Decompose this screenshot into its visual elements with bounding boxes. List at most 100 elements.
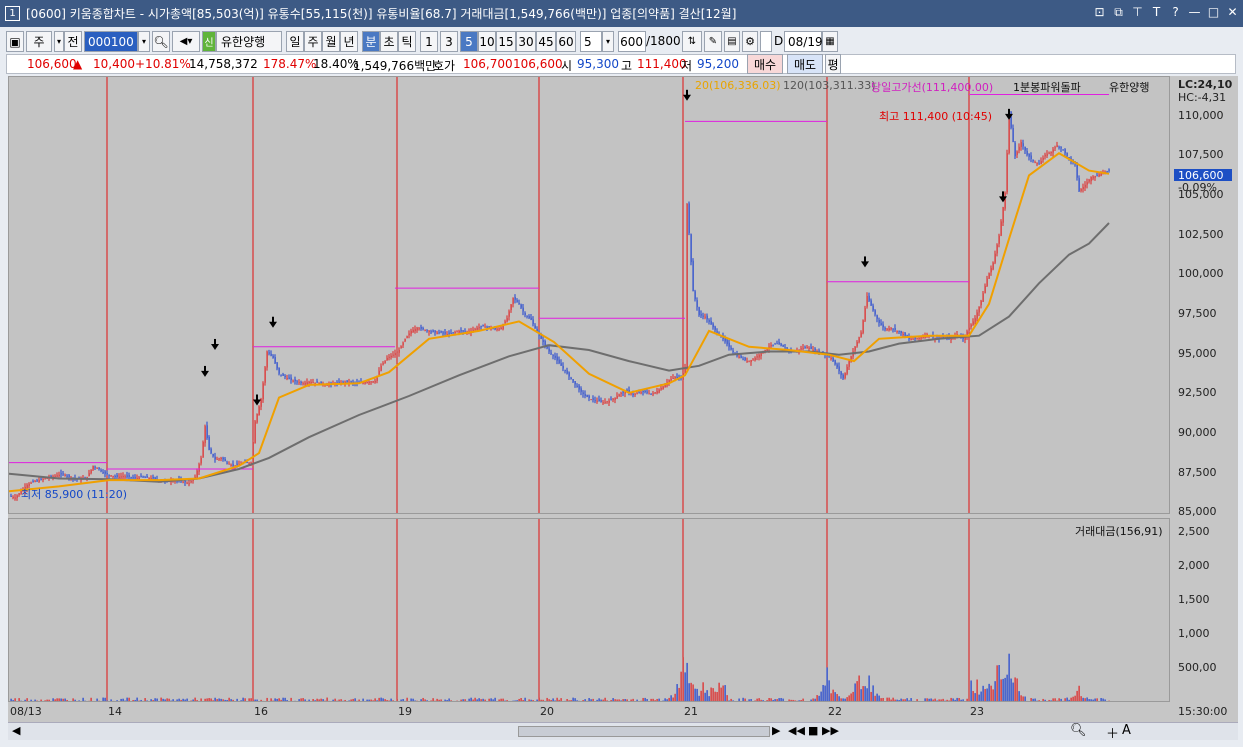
candle-body (728, 342, 730, 347)
candle-body (670, 379, 672, 381)
search-icon[interactable]: 🔍︎ (152, 31, 170, 52)
interval-60[interactable]: 60 (556, 31, 576, 52)
candle-body (142, 476, 144, 478)
volume-bar (718, 682, 720, 701)
chart-scrollbar[interactable]: ◀ ▶ ◀◀ ■ ▶▶ ＋ 🔍︎ A (8, 722, 1238, 742)
date-input[interactable]: 08/19 (784, 31, 823, 52)
candle-body (802, 347, 804, 349)
interval-45[interactable]: 45 (536, 31, 556, 52)
close-button[interactable]: ✕ (1226, 5, 1239, 20)
high-line-legend: 당일고가선(111,400.00) (871, 81, 994, 94)
candle-body (154, 477, 156, 480)
candle-body (638, 392, 640, 394)
candle-body (870, 300, 872, 306)
candle-body (512, 297, 514, 304)
avg-button[interactable]: 평 (825, 54, 841, 74)
tab-second[interactable]: 초 (380, 31, 398, 52)
prev-button[interactable]: 전 (64, 31, 82, 52)
scroll-right-icon[interactable]: ▶ (772, 724, 780, 737)
candle-body (416, 327, 418, 331)
candle-body (842, 374, 844, 379)
stock-name[interactable]: 유한양행 (216, 31, 282, 52)
sound-icon[interactable]: ◀▾ (172, 31, 200, 52)
code-input[interactable]: 000100 (84, 31, 138, 52)
candle-body (400, 346, 402, 349)
font-icon[interactable]: T (1150, 5, 1163, 20)
interval-select[interactable]: 5 (580, 31, 602, 52)
candle-body (40, 478, 42, 480)
count-input[interactable]: 600 (618, 31, 646, 52)
interval-1[interactable]: 1 (420, 31, 438, 52)
fast-forward-icon[interactable]: ▶▶ (822, 724, 839, 737)
volume-bar (856, 681, 858, 701)
stop-icon[interactable]: ■ (808, 724, 818, 737)
settings-icon[interactable]: ⚙ (742, 31, 758, 52)
period-select[interactable]: 주 (26, 31, 52, 52)
tab-tick[interactable]: 틱 (398, 31, 416, 52)
scroll-left-icon[interactable]: ◀ (12, 724, 20, 737)
volume-bar (1004, 677, 1006, 701)
tool-icon[interactable]: ✎ (704, 31, 722, 52)
link-icon[interactable]: ⊡ (1093, 5, 1106, 20)
scroll-thumb[interactable] (518, 726, 770, 737)
candle-body (480, 325, 482, 327)
save-icon[interactable]: ▤ (724, 31, 740, 52)
candle-body (1096, 175, 1098, 177)
candle-body (1012, 128, 1014, 143)
layout-icon[interactable]: ▣ (6, 31, 24, 52)
d-checkbox[interactable] (760, 31, 772, 52)
y-axis: LC:24,10 HC:-4,31 106,600 -0.09% 110,000… (1170, 76, 1238, 702)
dropdown-icon[interactable]: ▾ (54, 31, 64, 52)
interval-dropdown-icon[interactable]: ▾ (602, 31, 614, 52)
tab-day[interactable]: 일 (286, 31, 304, 52)
candle-body (704, 316, 706, 318)
tab-year[interactable]: 년 (340, 31, 358, 52)
chart-area[interactable]: 20(106,336.03) 120(103,311.33) 당일고가선(111… (8, 76, 1238, 722)
interval-30[interactable]: 30 (516, 31, 536, 52)
candle-body (124, 476, 126, 478)
price-chart[interactable]: 20(106,336.03) 120(103,311.33) 당일고가선(111… (8, 76, 1170, 514)
interval-15[interactable]: 15 (496, 31, 516, 52)
volume-chart[interactable]: 거래대금(156,91) (8, 518, 1170, 702)
zoom-in-icon[interactable]: ＋ (1106, 723, 1119, 742)
rewind-icon[interactable]: ◀◀ (788, 724, 805, 737)
candle-body (1000, 221, 1002, 236)
candle-body (36, 480, 38, 482)
candle-body (442, 332, 444, 334)
volume-bar (674, 693, 676, 701)
indicator-icon[interactable]: ⇅ (682, 31, 702, 52)
interval-10[interactable]: 10 (478, 31, 496, 52)
tab-week[interactable]: 주 (304, 31, 322, 52)
zoom-icon[interactable]: 🔍︎ (1070, 723, 1087, 738)
candle-body (284, 375, 286, 377)
minimize-button[interactable]: — (1188, 5, 1201, 20)
tile-icon[interactable]: ⧉ (1112, 5, 1125, 20)
tab-minute[interactable]: 분 (362, 31, 380, 52)
ask-price-1: 106,700 (463, 57, 513, 71)
pin-icon[interactable]: ⊤ (1131, 5, 1144, 20)
volume-bar (876, 693, 878, 701)
candle-body (976, 312, 978, 319)
tab-month[interactable]: 월 (322, 31, 340, 52)
min-annotation: 최저 85,900 (11:20) (21, 488, 128, 501)
candle-body (510, 304, 512, 311)
candle-body (658, 389, 660, 393)
text-tool-icon[interactable]: A (1122, 723, 1131, 738)
buy-button[interactable]: 매수 (747, 54, 783, 74)
code-dropdown-icon[interactable]: ▾ (138, 31, 150, 52)
maximize-button[interactable]: □ (1207, 5, 1220, 20)
calendar-icon[interactable]: ▦ (822, 31, 838, 52)
candle-body (32, 481, 34, 483)
interval-5[interactable]: 5 (460, 31, 478, 52)
candle-body (450, 332, 452, 334)
candle-body (902, 334, 904, 336)
candle-body (566, 370, 568, 374)
candle-body (732, 350, 734, 353)
candle-body (904, 332, 906, 336)
interval-3[interactable]: 3 (440, 31, 458, 52)
help-icon[interactable]: ? (1169, 5, 1182, 20)
sell-button[interactable]: 매도 (787, 54, 823, 74)
volume-value: 14,758,372 (189, 57, 258, 71)
low-price: 95,200 (697, 57, 739, 71)
name-legend: 유한양행 (1109, 81, 1150, 94)
